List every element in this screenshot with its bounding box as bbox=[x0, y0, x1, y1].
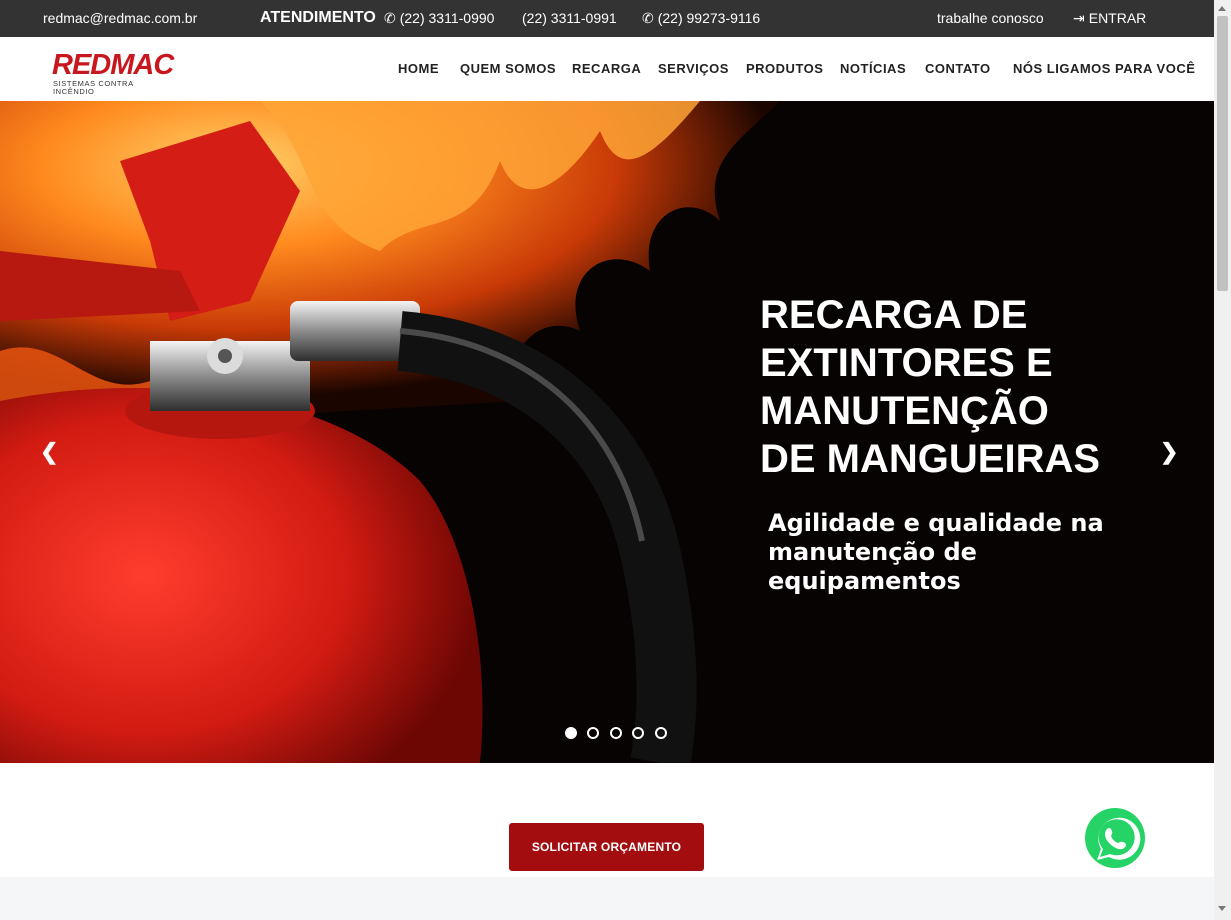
chevron-left-icon[interactable]: ❮ bbox=[40, 439, 58, 465]
scroll-up-icon[interactable] bbox=[1218, 6, 1226, 11]
nav-item-noticias[interactable]: NOTÍCIAS bbox=[840, 61, 906, 76]
nav-item-nos-ligamos[interactable]: NÓS LIGAMOS PARA VOCÊ bbox=[1013, 61, 1195, 76]
page-scrollbar[interactable] bbox=[1214, 0, 1231, 920]
whatsapp-phone-text: (22) 99273-9116 bbox=[657, 10, 761, 26]
contact-email[interactable]: redmac@redmac.com.br bbox=[43, 10, 197, 26]
logo-wordmark: REDMAC bbox=[52, 49, 174, 81]
nav-item-home[interactable]: HOME bbox=[398, 61, 439, 76]
nav-item-recarga[interactable]: RECARGA bbox=[572, 61, 641, 76]
slider-dot[interactable] bbox=[565, 727, 577, 739]
work-with-us-link[interactable]: trabalhe conosco bbox=[937, 10, 1044, 26]
slider-dot[interactable] bbox=[609, 727, 622, 739]
section-background bbox=[0, 877, 1214, 920]
hero-title: RECARGA DE EXTINTORES E MANUTENÇÃO DE MA… bbox=[760, 293, 1101, 481]
phone-2[interactable]: (22) 3311-0991 bbox=[522, 10, 617, 26]
slider-dot[interactable] bbox=[654, 727, 667, 739]
logo-subtitle: SISTEMAS CONTRA INCÊNDIO bbox=[53, 79, 134, 96]
sign-in-icon: ⇥ bbox=[1073, 10, 1085, 26]
login-link[interactable]: ⇥ ENTRAR bbox=[1073, 10, 1146, 27]
nav-item-produtos[interactable]: PRODUTOS bbox=[746, 61, 823, 76]
nav-item-servicos[interactable]: SERVIÇOS bbox=[658, 61, 729, 76]
whatsapp-small-icon: ✆ bbox=[642, 10, 654, 26]
slider-dot[interactable] bbox=[587, 727, 600, 739]
phone-1-text: (22) 3311-0990 bbox=[399, 10, 495, 26]
slider-pagination bbox=[565, 726, 673, 744]
nav-item-contato[interactable]: CONTATO bbox=[925, 61, 991, 76]
phone-1[interactable]: ✆ (22) 3311-0990 bbox=[384, 10, 494, 27]
scrollbar-thumb[interactable] bbox=[1217, 16, 1228, 291]
hero-slider: RECARGA DE EXTINTORES E MANUTENÇÃO DE MA… bbox=[0, 101, 1214, 763]
phone-icon: ✆ bbox=[384, 10, 396, 26]
request-quote-button[interactable]: SOLICITAR ORÇAMENTO bbox=[509, 823, 704, 871]
whatsapp-icon[interactable] bbox=[1080, 804, 1150, 874]
atendimento-label: ATENDIMENTO bbox=[260, 9, 376, 26]
top-bar: redmac@redmac.com.br ATENDIMENTO ✆ (22) 3… bbox=[0, 0, 1214, 37]
slider-dot[interactable] bbox=[632, 727, 645, 739]
chevron-right-icon[interactable]: ❯ bbox=[1160, 439, 1178, 465]
whatsapp-phone[interactable]: ✆ (22) 99273-9116 bbox=[642, 10, 760, 27]
nav-item-quem-somos[interactable]: QUEM SOMOS bbox=[460, 61, 556, 76]
logo[interactable]: REDMAC SISTEMAS CONTRA INCÊNDIO bbox=[52, 49, 176, 96]
site-header: REDMAC SISTEMAS CONTRA INCÊNDIO HOME QUE… bbox=[0, 37, 1214, 101]
scroll-down-icon[interactable] bbox=[1218, 906, 1226, 911]
hero-subtitle: Agilidade e qualidade na manutenção de e… bbox=[768, 509, 1104, 595]
login-text: ENTRAR bbox=[1088, 10, 1147, 26]
